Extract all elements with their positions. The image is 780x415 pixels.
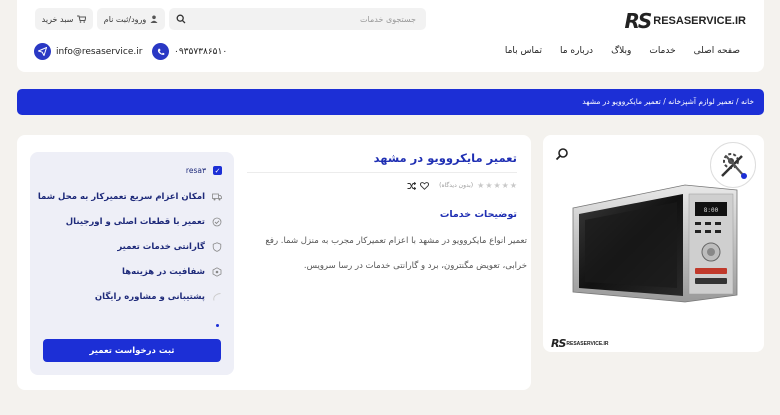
breadcrumb-separator: / xyxy=(733,97,741,106)
star-icon: ★ xyxy=(477,181,485,190)
nav-item-contact[interactable]: تماس باما xyxy=(505,46,542,56)
login-button[interactable]: ورود/ثبت نام xyxy=(97,8,165,30)
nav-item-services[interactable]: خدمات xyxy=(649,46,675,56)
feature-label: تعمیر با قطعات اصلی و اورجینال xyxy=(65,217,205,227)
product-image-card: 8:00 RS RESASERVICE.IR xyxy=(543,135,764,352)
zoom-icon[interactable] xyxy=(555,147,569,161)
site-header: RS RESASERVICE.IR ورود/ثبت نام سبد خرید … xyxy=(17,0,764,72)
breadcrumb: خانه / تعمیر لوازم آشپزخانه / تعمیر مایک… xyxy=(582,97,754,106)
star-icon: ★ xyxy=(493,181,501,190)
cart-icon xyxy=(77,15,87,23)
product-title: تعمیر مایکروویو در مشهد xyxy=(373,151,517,165)
send-icon xyxy=(34,43,51,60)
rating-row: ★ ★ ★ ★ ★ (بدون دیدگاه) xyxy=(407,181,517,190)
image-logo-mark: RS xyxy=(551,337,566,350)
rating-count: (بدون دیدگاه) xyxy=(439,182,474,189)
carousel-dot[interactable] xyxy=(216,324,219,327)
star-icon: ★ xyxy=(501,181,509,190)
product-image: 8:00 xyxy=(572,184,738,303)
description-heading: توضیحات خدمات xyxy=(439,209,517,220)
nav-item-about[interactable]: درباره ما xyxy=(560,46,593,56)
title-divider xyxy=(247,172,517,173)
feature-item: امکان اعزام سریع تعمیرکار به محل شما xyxy=(38,192,222,202)
email-contact[interactable]: info@resaservice.ir xyxy=(34,43,142,60)
image-watermark-logo: RS RESASERVICE.IR xyxy=(551,337,609,350)
guarantee-icon xyxy=(212,242,222,252)
breadcrumb-current: تعمیر مایکروویو در مشهد xyxy=(582,97,661,106)
search-box xyxy=(169,8,426,30)
nav-item-home[interactable]: صفحه اصلی xyxy=(694,46,740,56)
cart-button[interactable]: سبد خرید xyxy=(35,8,93,30)
feature-item: تعمیر با قطعات اصلی و اورجینال xyxy=(66,217,222,227)
breadcrumb-category[interactable]: تعمیر لوازم آشپزخانه xyxy=(668,97,734,106)
wrench-gear-icon xyxy=(721,153,747,179)
search-button[interactable] xyxy=(169,8,193,30)
nav-item-blog[interactable]: وبلاگ xyxy=(611,46,631,56)
cart-label: سبد خرید xyxy=(41,14,74,24)
main-nav: صفحه اصلی خدمات وبلاگ درباره ما تماس بام… xyxy=(505,46,740,56)
features-head[interactable]: ✓ resa۳ xyxy=(186,166,222,175)
checkbox-checked-icon: ✓ xyxy=(213,166,222,175)
phone-contact[interactable]: ۰۹۳۵۷۳۸۶۵۱۰ xyxy=(152,43,227,60)
breadcrumb-bar: خانه / تعمیر لوازم آشپزخانه / تعمیر مایک… xyxy=(17,89,764,115)
submit-repair-request-button[interactable]: ثبت درخواست تعمیر xyxy=(43,339,221,362)
email-address: info@resaservice.ir xyxy=(56,46,143,57)
logo-mark: RS xyxy=(624,9,652,33)
star-icon: ★ xyxy=(509,181,517,190)
search-input[interactable] xyxy=(206,12,416,26)
product-description: تعمیر انواع مایکروویو در مشهد با اعزام ت… xyxy=(265,236,527,271)
transparency-icon xyxy=(212,267,222,277)
svg-text:8:00: 8:00 xyxy=(704,207,719,214)
compare-icon[interactable] xyxy=(407,181,417,190)
features-head-label: resa۳ xyxy=(185,166,206,175)
feature-item: گارانتی خدمات تعمیر xyxy=(117,242,222,252)
heart-icon[interactable] xyxy=(420,181,430,190)
phone-number: ۰۹۳۵۷۳۸۶۵۱۰ xyxy=(174,46,228,57)
login-label: ورود/ثبت نام xyxy=(103,14,147,24)
feature-label: گارانتی خدمات تعمیر xyxy=(117,242,205,252)
image-logo-text: RESASERVICE.IR xyxy=(566,340,609,347)
user-icon xyxy=(150,15,158,23)
search-icon xyxy=(176,14,186,24)
star-rating: ★ ★ ★ ★ ★ xyxy=(477,181,517,190)
feature-label: پشتیبانی و مشاوره رایگان xyxy=(94,292,205,302)
truck-icon xyxy=(212,192,222,202)
star-icon: ★ xyxy=(485,181,493,190)
feature-item: پشتیبانی و مشاوره رایگان xyxy=(95,292,222,302)
feature-label: شفافیت در هزینه‌ها xyxy=(122,267,205,277)
phone-icon xyxy=(152,43,169,60)
support-icon xyxy=(212,292,222,302)
feature-label: امکان اعزام سریع تعمیرکار به محل شما xyxy=(37,192,205,202)
feature-item: شفافیت در هزینه‌ها xyxy=(122,267,222,277)
breadcrumb-home[interactable]: خانه xyxy=(741,97,754,106)
site-logo[interactable]: RS RESASERVICE.IR xyxy=(624,9,746,33)
logo-text: RESASERVICE.IR xyxy=(653,15,746,27)
shield-check-icon xyxy=(212,217,222,227)
features-box: ✓ resa۳ امکان اعزام سریع تعمیرکار به محل… xyxy=(30,152,234,375)
